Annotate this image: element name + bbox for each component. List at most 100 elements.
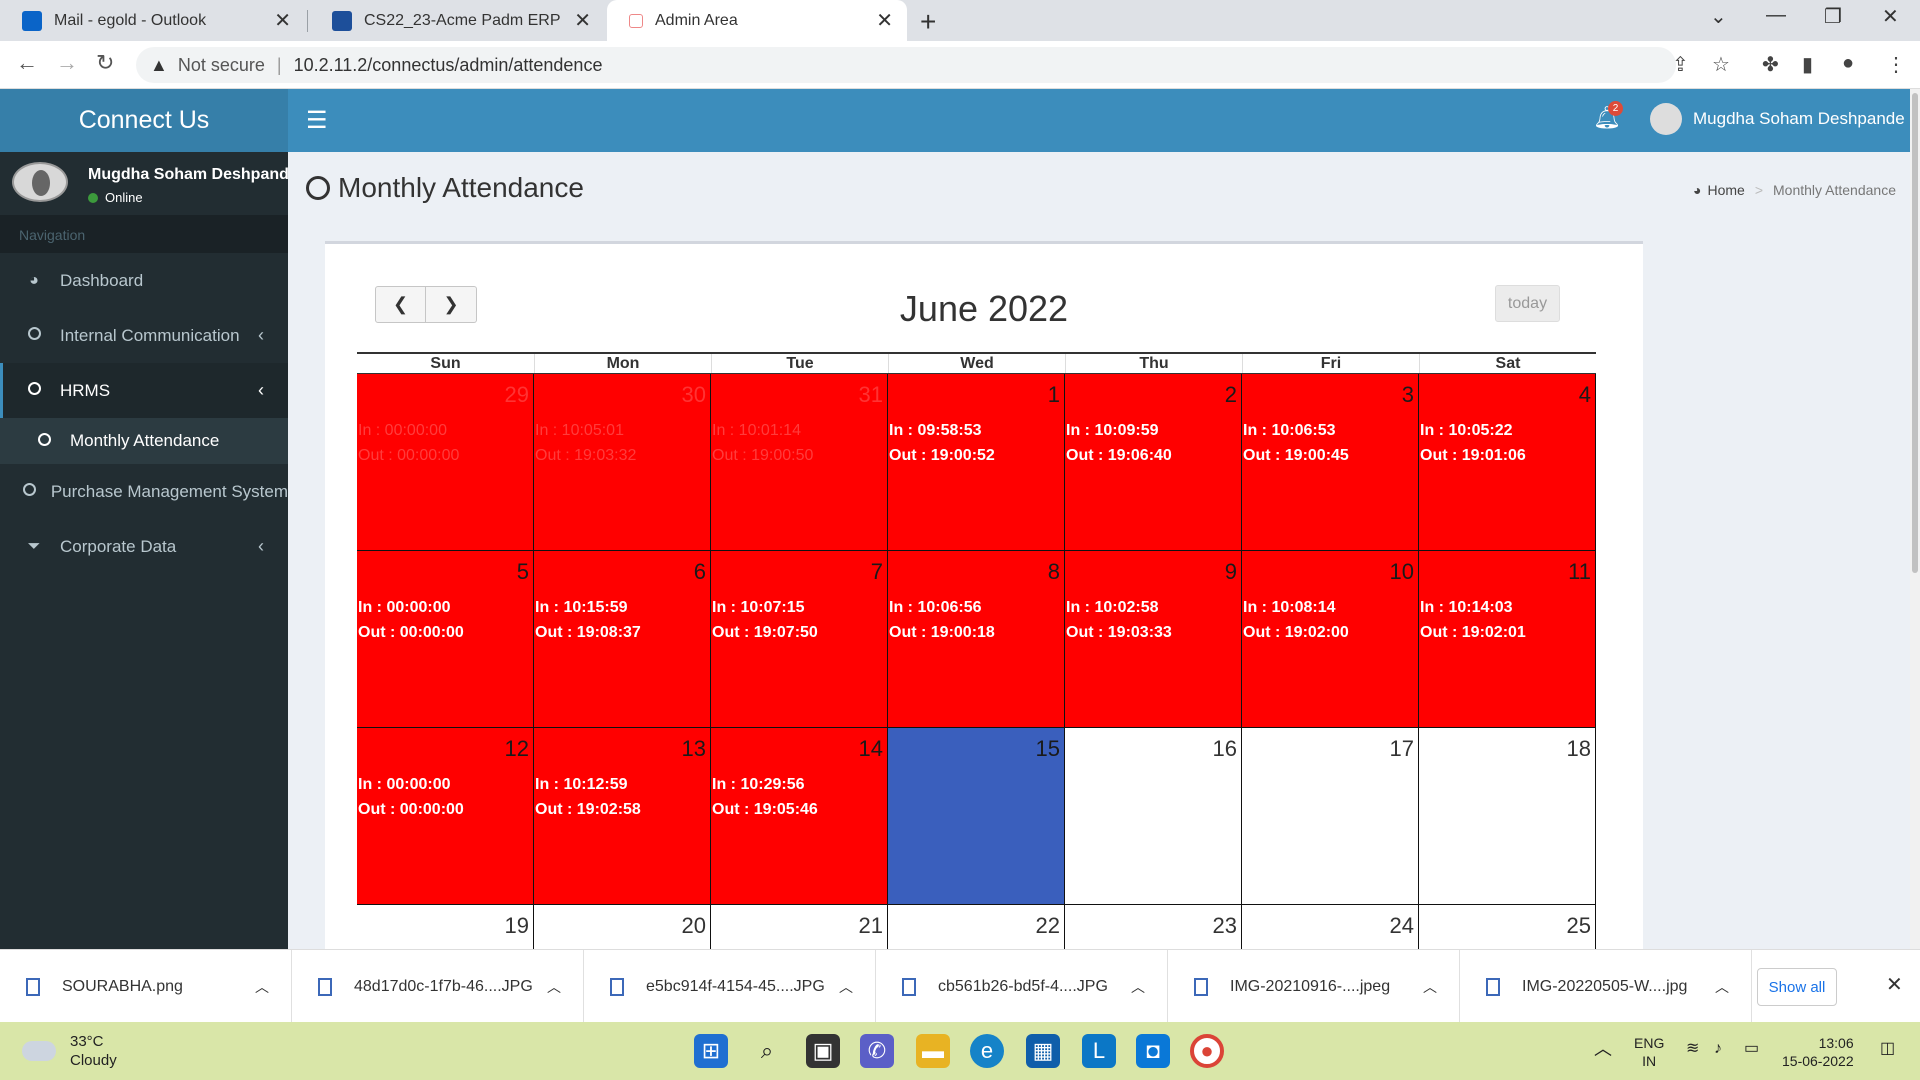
minimize-icon[interactable]: —	[1766, 4, 1786, 27]
chevron-up-icon[interactable]: ︿	[839, 977, 853, 997]
chevron-up-icon[interactable]: ︿	[255, 977, 269, 997]
chevron-up-icon[interactable]: ︿	[547, 977, 561, 997]
share-icon[interactable]: ⇪	[1672, 52, 1689, 77]
forward-icon[interactable]: →	[56, 50, 78, 76]
calendar-day-cell[interactable]: 23	[1065, 905, 1242, 949]
calendar-day-cell[interactable]: 21	[711, 905, 888, 949]
sidebar-item-hrms[interactable]: HRMS ‹	[0, 363, 288, 418]
url-bar[interactable]: ▲ Not secure | 10.2.11.2/connectus/admin…	[136, 47, 1676, 83]
page-scrollbar[interactable]	[1910, 89, 1920, 949]
calendar-day-cell[interactable]: 8 In : 10:06:56 Out : 19:00:18	[888, 551, 1065, 728]
app-l-icon[interactable]: L	[1082, 1034, 1116, 1068]
close-icon[interactable]: ✕	[274, 8, 291, 33]
download-item[interactable]: cb561b26-bd5f-4....JPG ︿	[876, 950, 1168, 1023]
wifi-icon[interactable]: ≋	[1686, 1040, 1699, 1058]
download-item[interactable]: e5bc914f-4154-45....JPG ︿	[584, 950, 876, 1023]
file-explorer-icon[interactable]: ▬	[916, 1034, 950, 1068]
download-item[interactable]: IMG-20210916-....jpeg ︿	[1168, 950, 1460, 1023]
weather-widget[interactable]: 33°C Cloudy	[22, 1032, 117, 1070]
menu-kebab-icon[interactable]: ⋮	[1886, 52, 1906, 77]
security-label[interactable]: Not secure	[178, 55, 265, 76]
hamburger-menu-icon[interactable]: ☰	[306, 106, 328, 135]
battery-icon[interactable]: ▭	[1744, 1040, 1759, 1058]
calendar-day-cell[interactable]: 1 In : 09:58:53 Out : 19:00:52	[888, 374, 1065, 551]
calendar-day-cell[interactable]: 24	[1242, 905, 1419, 949]
notification-icon[interactable]: ◫	[1880, 1040, 1895, 1058]
sidebar-item-dashboard[interactable]: ◕ Dashboard	[0, 253, 288, 308]
calendar-day-cell[interactable]: 3 In : 10:06:53 Out : 19:00:45	[1242, 374, 1419, 551]
calendar-day-cell[interactable]: 4 In : 10:05:22 Out : 19:01:06	[1419, 374, 1596, 551]
chevron-up-icon[interactable]: ︿	[1594, 1040, 1612, 1058]
close-icon[interactable]: ✕	[876, 8, 893, 33]
download-item[interactable]: IMG-20220505-W....jpg ︿	[1460, 950, 1752, 1023]
calendar-day-cell[interactable]: 16	[1065, 728, 1242, 905]
browser-tab-outlook[interactable]: Mail - egold - Outlook ✕	[0, 0, 305, 41]
windows-start-icon[interactable]: ⊞	[694, 1034, 728, 1068]
calendar-day-cell[interactable]: 7 In : 10:07:15 Out : 19:07:50	[711, 551, 888, 728]
calendar-day-cell[interactable]: 11 In : 10:14:03 Out : 19:02:01	[1419, 551, 1596, 728]
calendar-day-cell[interactable]: 2 In : 10:09:59 Out : 19:06:40	[1065, 374, 1242, 551]
calendar-day-cell[interactable]: 17	[1242, 728, 1419, 905]
profile-icon[interactable]: ●	[1842, 52, 1854, 75]
calendar-day-cell[interactable]: 6 In : 10:15:59 Out : 19:08:37	[534, 551, 711, 728]
show-all-button[interactable]: Show all	[1757, 968, 1837, 1006]
scrollbar-thumb[interactable]	[1912, 93, 1918, 573]
calendar-day-cell[interactable]: 13 In : 10:12:59 Out : 19:02:58	[534, 728, 711, 905]
browser-tab-admin[interactable]: Admin Area ✕	[607, 0, 907, 41]
app-square-icon[interactable]: ◘	[1136, 1034, 1170, 1068]
task-view-icon[interactable]: ▣	[806, 1034, 840, 1068]
search-icon[interactable]: ⌕	[750, 1034, 784, 1068]
sidebar-item-corporate-data[interactable]: ⏷ Corporate Data ‹	[0, 519, 288, 574]
calendar-day-cell[interactable]: 25	[1419, 905, 1596, 949]
chrome-icon[interactable]: ●	[1190, 1034, 1224, 1068]
sidebar-subitem-monthly-attendance[interactable]: Monthly Attendance	[0, 418, 288, 464]
store-icon[interactable]: ▦	[1026, 1034, 1060, 1068]
language-indicator[interactable]: ENG IN	[1634, 1034, 1664, 1070]
back-icon[interactable]: ←	[16, 50, 38, 76]
reload-icon[interactable]: ↻	[96, 50, 114, 76]
calendar-day-cell[interactable]: 29 In : 00:00:00 Out : 00:00:00	[357, 374, 534, 551]
download-item[interactable]: SOURABHA.png ︿	[0, 950, 292, 1023]
volume-icon[interactable]: ♪	[1714, 1040, 1722, 1058]
sidebar-item-internal-communication[interactable]: Internal Communication ‹	[0, 308, 288, 363]
calendar-day-cell[interactable]: 20	[534, 905, 711, 949]
calendar-day-cell[interactable]: 10 In : 10:08:14 Out : 19:02:00	[1242, 551, 1419, 728]
avatar[interactable]	[1650, 103, 1682, 135]
calendar-day-cell[interactable]: 15	[888, 728, 1065, 905]
temperature: 33°C	[70, 1033, 104, 1050]
header-user-name[interactable]: Mugdha Soham Deshpande	[1693, 109, 1905, 129]
calendar-day-cell[interactable]: 30 In : 10:05:01 Out : 19:03:32	[534, 374, 711, 551]
chevron-up-icon[interactable]: ︿	[1715, 977, 1729, 997]
close-icon[interactable]: ✕	[1886, 972, 1903, 997]
download-filename: 48d17d0c-1f7b-46....JPG	[354, 977, 533, 995]
calendar-day-cell[interactable]: 31 In : 10:01:14 Out : 19:00:50	[711, 374, 888, 551]
chevron-down-icon[interactable]: ⌄	[1710, 4, 1727, 29]
app-logo[interactable]: Connect Us	[0, 89, 288, 152]
browser-tab-erp[interactable]: CS22_23-Acme Padm ERP Platfor ✕	[310, 0, 605, 41]
sidebar-item-purchase-management[interactable]: Purchase Management System	[0, 464, 288, 519]
calendar-day-cell[interactable]: 5 In : 00:00:00 Out : 00:00:00	[357, 551, 534, 728]
today-button[interactable]: today	[1495, 285, 1560, 322]
calendar-day-cell[interactable]: 9 In : 10:02:58 Out : 19:03:33	[1065, 551, 1242, 728]
window-close-icon[interactable]: ✕	[1882, 4, 1899, 29]
calendar-day-cell[interactable]: 12 In : 00:00:00 Out : 00:00:00	[357, 728, 534, 905]
sidepanel-icon[interactable]: ▮	[1802, 52, 1813, 77]
breadcrumb-home-link[interactable]: Home	[1707, 182, 1744, 198]
star-icon[interactable]: ☆	[1712, 52, 1730, 77]
clock[interactable]: 13:06 15-06-2022	[1782, 1034, 1854, 1070]
new-tab-icon[interactable]: +	[920, 6, 936, 38]
calendar-day-cell[interactable]: 22	[888, 905, 1065, 949]
teams-icon[interactable]: ✆	[860, 1034, 894, 1068]
download-item[interactable]: 48d17d0c-1f7b-46....JPG ︿	[292, 950, 584, 1023]
calendar-day-cell[interactable]: 14 In : 10:29:56 Out : 19:05:46	[711, 728, 888, 905]
chevron-up-icon[interactable]: ︿	[1131, 977, 1145, 997]
calendar-day-cell[interactable]: 19	[357, 905, 534, 949]
maximize-icon[interactable]: ❐	[1824, 4, 1842, 29]
edge-icon[interactable]: e	[970, 1034, 1004, 1068]
chevron-up-icon[interactable]: ︿	[1423, 977, 1437, 997]
check-out-time: Out : 19:00:50	[712, 447, 814, 464]
calendar-day-cell[interactable]: 18	[1419, 728, 1596, 905]
extensions-icon[interactable]: ✤	[1762, 52, 1779, 77]
close-icon[interactable]: ✕	[574, 8, 591, 33]
url-text[interactable]: 10.2.11.2/connectus/admin/attendence	[294, 55, 603, 76]
